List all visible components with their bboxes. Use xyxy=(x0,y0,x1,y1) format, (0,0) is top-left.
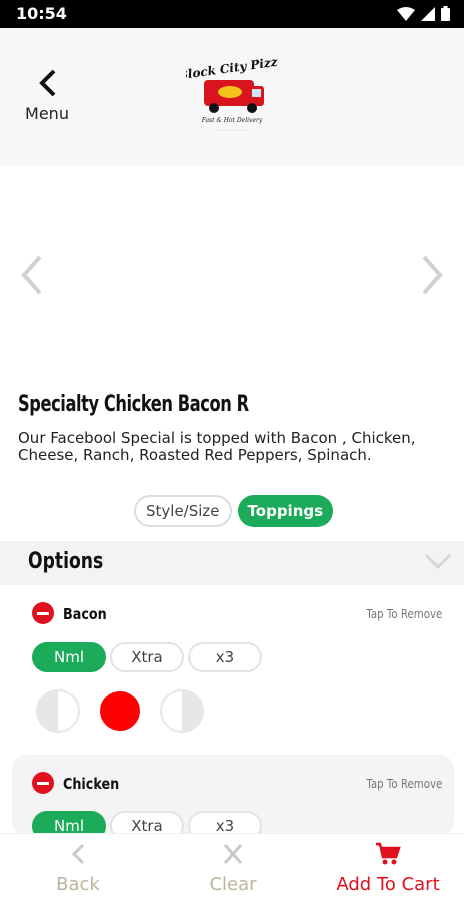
svg-text:Fast & Hot Delivery: Fast & Hot Delivery xyxy=(201,117,263,124)
close-icon xyxy=(223,844,243,864)
topping-name: Bacon xyxy=(63,605,107,623)
bottom-action-bar: Back Clear Add To Cart xyxy=(0,833,464,901)
amount-xtra-button[interactable]: Xtra xyxy=(110,811,184,835)
options-section-header[interactable]: Options xyxy=(0,541,464,585)
chevron-left-icon xyxy=(71,843,85,865)
portion-selector xyxy=(36,689,204,733)
amount-selector: Nml Xtra x3 xyxy=(32,642,262,672)
tab-style-size[interactable]: Style/Size xyxy=(134,495,232,527)
restaurant-logo: Block City Pizza Fast & Hot Delivery . .… xyxy=(176,54,286,138)
remove-topping-icon[interactable] xyxy=(32,602,54,624)
carousel-prev-icon[interactable] xyxy=(18,254,44,296)
option-tabs: Style/Size Toppings xyxy=(134,495,334,527)
amount-nml-button[interactable]: Nml xyxy=(32,642,106,672)
clear-button[interactable]: Clear xyxy=(204,842,262,895)
svg-text:. . . . . . . . . . . .: . . . . . . . . . . . . xyxy=(217,127,246,132)
right-half-portion-button[interactable] xyxy=(160,689,204,733)
svg-text:Block City Pizza: Block City Pizza xyxy=(186,56,278,83)
status-icons xyxy=(397,6,450,21)
product-title: Specialty Chicken Bacon R xyxy=(18,392,249,417)
back-label: Back xyxy=(56,874,100,895)
amount-selector: Nml Xtra x3 xyxy=(32,811,262,835)
topping-item-chicken: Chicken Tap To Remove Nml Xtra x3 xyxy=(12,755,454,835)
amount-x3-button[interactable]: x3 xyxy=(188,811,262,835)
menu-back-label: Menu xyxy=(25,104,69,123)
wifi-icon xyxy=(397,6,415,21)
whole-portion-button[interactable] xyxy=(98,689,142,733)
options-label: Options xyxy=(28,549,104,574)
signal-icon xyxy=(421,6,435,21)
tap-to-remove-label[interactable]: Tap To Remove xyxy=(366,607,442,621)
amount-xtra-button[interactable]: Xtra xyxy=(110,642,184,672)
status-bar: 10:54 xyxy=(0,0,464,28)
back-button[interactable]: Back xyxy=(52,842,104,895)
carousel-next-icon[interactable] xyxy=(420,254,446,296)
topping-name: Chicken xyxy=(63,775,120,793)
tap-to-remove-label[interactable]: Tap To Remove xyxy=(366,777,442,791)
cart-icon xyxy=(376,842,401,865)
add-to-cart-label: Add To Cart xyxy=(336,874,440,895)
chevron-left-icon xyxy=(39,69,56,97)
header: Menu Block City Pizza Fast & Hot Deliver… xyxy=(0,28,464,166)
amount-x3-button[interactable]: x3 xyxy=(188,642,262,672)
product-image-carousel[interactable] xyxy=(0,166,464,384)
remove-topping-icon[interactable] xyxy=(32,772,54,794)
left-half-portion-button[interactable] xyxy=(36,689,80,733)
chevron-down-icon[interactable] xyxy=(424,553,452,569)
tab-toppings[interactable]: Toppings xyxy=(237,495,334,527)
topping-item-bacon: Bacon Tap To Remove Nml Xtra x3 xyxy=(12,590,454,750)
product-description: Our Facebool Special is topped with Baco… xyxy=(18,429,416,464)
clear-label: Clear xyxy=(209,874,257,895)
status-time: 10:54 xyxy=(16,4,67,23)
add-to-cart-button[interactable]: Add To Cart xyxy=(328,842,448,895)
menu-back-button[interactable]: Menu xyxy=(22,68,72,123)
amount-nml-button[interactable]: Nml xyxy=(32,811,106,835)
battery-icon xyxy=(441,6,450,21)
